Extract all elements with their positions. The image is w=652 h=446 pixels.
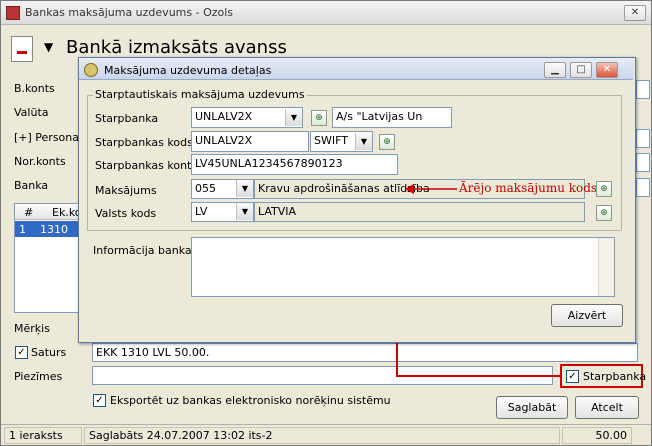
maksajums-code: 055 [195,182,216,195]
lookup-icon[interactable]: ⊕ [596,181,612,197]
annotation-text: Ārējo maksājumu kods [459,181,598,195]
valsts-code: LV [195,205,208,218]
close-dialog-button[interactable]: Aizvērt [551,304,623,327]
maximize-icon[interactable]: □ [570,62,592,78]
status-saved: Saglabāts 24.07.2007 13:02 its-2 [84,427,560,444]
status-amount: 50.00 [562,427,632,444]
kods-type-value: SWIFT [314,134,348,147]
info-scrollbar[interactable] [598,238,614,296]
dlg-valsts-label: Valsts kods [95,207,157,220]
dropdown-arrow-icon[interactable]: ▼ [236,180,253,197]
lookup-icon[interactable]: ⊕ [379,134,395,150]
info-textarea[interactable] [191,237,615,297]
dropdown-arrow-icon[interactable]: ▼ [285,109,302,126]
valsts-name-text: LATVIA [258,205,297,218]
dropdown-arrow-icon[interactable]: ▼ [236,203,253,220]
dlg-kods-label: Starpbankas kods [95,136,193,149]
starpbanka-value: UNLALV2X [195,110,253,123]
dropdown-arrow-icon[interactable]: ▼ [355,133,372,150]
dlg-konts-label: Starpbankas konts [95,159,198,172]
valsts-name: LATVIA [254,202,585,222]
group-title: Starptautiskais maksājuma uzdevums [93,88,307,101]
dialog-close-icon[interactable]: ✕ [596,62,618,78]
starpbanka-name-field[interactable]: A/s "Latvijas Un [332,107,452,128]
dialog-app-icon [84,63,98,77]
lookup-icon[interactable]: ⊕ [596,205,612,221]
konts-field[interactable]: LV45UNLA1234567890123 [191,154,398,175]
kods-field[interactable]: UNLALV2X [191,131,309,152]
minimize-icon[interactable]: ▁ [544,62,566,78]
info-label: Informācija bankai [93,244,195,257]
dlg-maksajums-label: Maksājums [95,184,157,197]
dlg-starpbanka-label: Starpbanka [95,112,159,125]
status-records: 1 ieraksts [4,427,82,444]
annotation-arrow [405,184,457,194]
lookup-icon[interactable]: ⊕ [311,110,327,126]
dialog-title: Maksājuma uzdevuma detaļas [104,64,272,77]
